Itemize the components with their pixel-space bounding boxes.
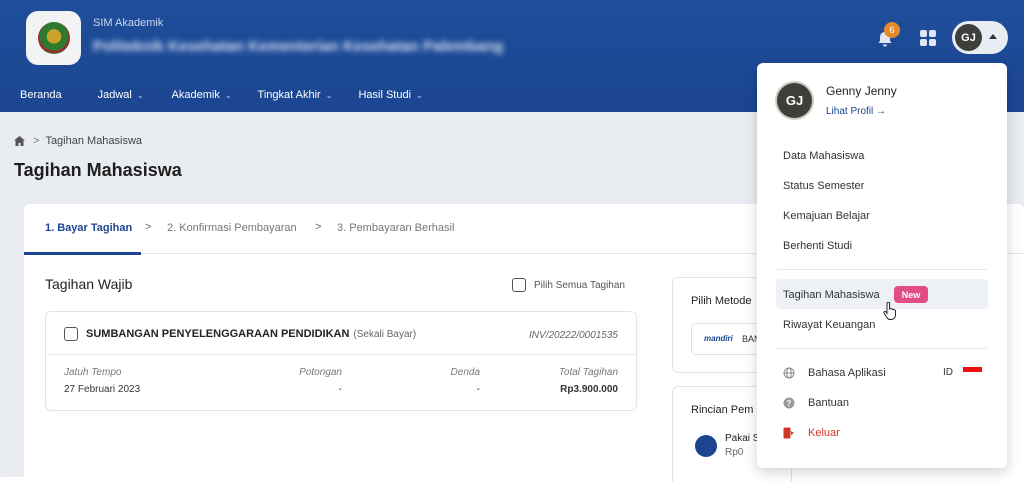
payment-method-title: Pilih Metode — [691, 295, 752, 307]
help-icon: ? — [783, 397, 795, 409]
user-menu-toggle[interactable]: GJ — [952, 21, 1008, 54]
active-step-indicator — [24, 252, 141, 255]
divider — [777, 348, 987, 349]
notification-count-badge: 6 — [884, 22, 900, 38]
breadcrumb-current: Tagihan Mahasiswa — [45, 135, 143, 147]
institution-logo[interactable] — [26, 11, 81, 65]
menu-item-riwayat-keuangan[interactable]: Riwayat Keuangan — [783, 319, 875, 331]
menu-item-data-mahasiswa[interactable]: Data Mahasiswa — [783, 150, 864, 162]
nav-tingkat-akhir[interactable]: Tingkat Akhir ⌄ — [258, 86, 333, 104]
institution-name: Politeknik Kesehatan Kementerian Kesehat… — [93, 38, 504, 55]
nav-label: Beranda — [20, 89, 62, 101]
home-icon[interactable] — [14, 136, 25, 146]
nav-label: Tingkat Akhir — [257, 89, 321, 101]
chevron-down-icon: ⌄ — [224, 90, 232, 100]
new-badge: New — [894, 286, 928, 303]
col-label: Denda — [450, 367, 480, 378]
divider — [46, 354, 636, 355]
logout-icon — [783, 427, 794, 439]
nav-label: Akademik — [171, 89, 220, 101]
wallet-icon — [695, 435, 717, 457]
bill-item: SUMBANGAN PENYELENGGARAAN PENDIDIKAN (Se… — [45, 311, 637, 411]
chevron-down-icon: ⌄ — [325, 90, 333, 100]
globe-icon — [783, 367, 795, 379]
nav-label: Hasil Studi — [358, 89, 412, 101]
use-balance-label: Pakai S — [725, 433, 760, 444]
divider — [777, 269, 987, 270]
select-all-label: Pilih Semua Tagihan — [534, 279, 625, 291]
menu-item-berhenti-studi[interactable]: Berhenti Studi — [783, 240, 852, 252]
col-label: Potongan — [299, 367, 342, 378]
section-title-tagihan-wajib: Tagihan Wajib — [45, 276, 133, 292]
institution-emblem-icon — [37, 22, 70, 54]
caret-up-icon — [989, 34, 997, 39]
payment-detail-title: Rincian Pem — [691, 404, 754, 416]
bill-discount: Potongan - — [296, 367, 342, 395]
bill-total: Total Tagihan Rp3.900.000 — [548, 367, 618, 395]
bill-checkbox[interactable] — [64, 327, 78, 341]
bank-logo: mandiri — [704, 334, 733, 343]
bill-penalty: Denda - — [446, 367, 480, 395]
user-name: Genny Jenny — [826, 84, 897, 98]
use-balance-value: Rp0 — [725, 447, 744, 458]
nav-jadwal[interactable]: Jadwal ⌄ — [98, 86, 144, 104]
nav-akademik[interactable]: Akademik ⌄ — [172, 86, 232, 104]
checkbox-icon[interactable] — [512, 278, 526, 292]
nav-label: Jadwal — [97, 89, 132, 101]
nav-hasil-studi[interactable]: Hasil Studi ⌄ — [358, 86, 422, 104]
language-value[interactable]: ID — [943, 367, 953, 378]
avatar: GJ — [777, 83, 812, 118]
col-label: Jatuh Tempo — [64, 367, 122, 378]
bill-type: (Sekali Bayar) — [353, 328, 417, 340]
col-value: Rp3.900.000 — [560, 384, 618, 395]
chevron-right-icon: > — [145, 221, 152, 233]
menu-item-status-semester[interactable]: Status Semester — [783, 180, 864, 192]
avatar: GJ — [955, 24, 982, 51]
breadcrumb-separator: > — [33, 135, 40, 147]
hand-cursor-icon — [883, 302, 896, 320]
menu-item-kemajuan-belajar[interactable]: Kemajuan Belajar — [783, 210, 870, 222]
user-dropdown-menu: GJ Genny Jenny Lihat Profil → Data Mahas… — [757, 63, 1007, 468]
step-berhasil[interactable]: 3. Pembayaran Berhasil — [337, 222, 454, 234]
bill-name: SUMBANGAN PENYELENGGARAAN PENDIDIKAN — [86, 328, 350, 340]
breadcrumb: > Tagihan Mahasiswa — [14, 135, 142, 147]
page-title: Tagihan Mahasiswa — [14, 160, 182, 180]
step-bayar-tagihan[interactable]: 1. Bayar Tagihan — [45, 222, 132, 234]
app-subtitle: SIM Akademik — [93, 17, 164, 29]
bill-due-date: Jatuh Tempo 27 Februari 2023 — [64, 367, 140, 395]
step-konfirmasi[interactable]: 2. Konfirmasi Pembayaran — [167, 222, 297, 234]
chevron-down-icon: ⌄ — [416, 90, 423, 100]
select-all-checkbox[interactable]: Pilih Semua Tagihan — [512, 278, 625, 292]
main-nav: Beranda Jadwal ⌄ Akademik ⌄ Tingkat Akhi… — [0, 86, 423, 104]
menu-item-bantuan[interactable]: Bantuan — [808, 397, 849, 409]
bill-header: SUMBANGAN PENYELENGGARAAN PENDIDIKAN (Se… — [64, 327, 416, 341]
menu-item-keluar[interactable]: Keluar — [808, 427, 840, 439]
nav-beranda[interactable]: Beranda — [20, 86, 62, 104]
svg-text:?: ? — [787, 399, 792, 408]
col-label: Total Tagihan — [558, 367, 618, 378]
view-profile-link[interactable]: Lihat Profil → — [826, 106, 886, 117]
bill-invoice-number: INV/20222/0001535 — [529, 330, 618, 341]
apps-grid-icon[interactable] — [920, 30, 936, 46]
horizontal-scrollbar[interactable] — [0, 477, 246, 482]
menu-item-bahasa-aplikasi[interactable]: Bahasa Aplikasi — [808, 367, 886, 379]
chevron-right-icon: > — [315, 221, 322, 233]
col-value: - — [338, 384, 342, 395]
col-value: - — [476, 384, 480, 395]
col-value: 27 Februari 2023 — [64, 384, 141, 395]
menu-item-tagihan-mahasiswa[interactable]: Tagihan Mahasiswa — [783, 289, 880, 301]
chevron-down-icon: ⌄ — [136, 90, 144, 100]
indonesia-flag-icon — [963, 367, 982, 377]
